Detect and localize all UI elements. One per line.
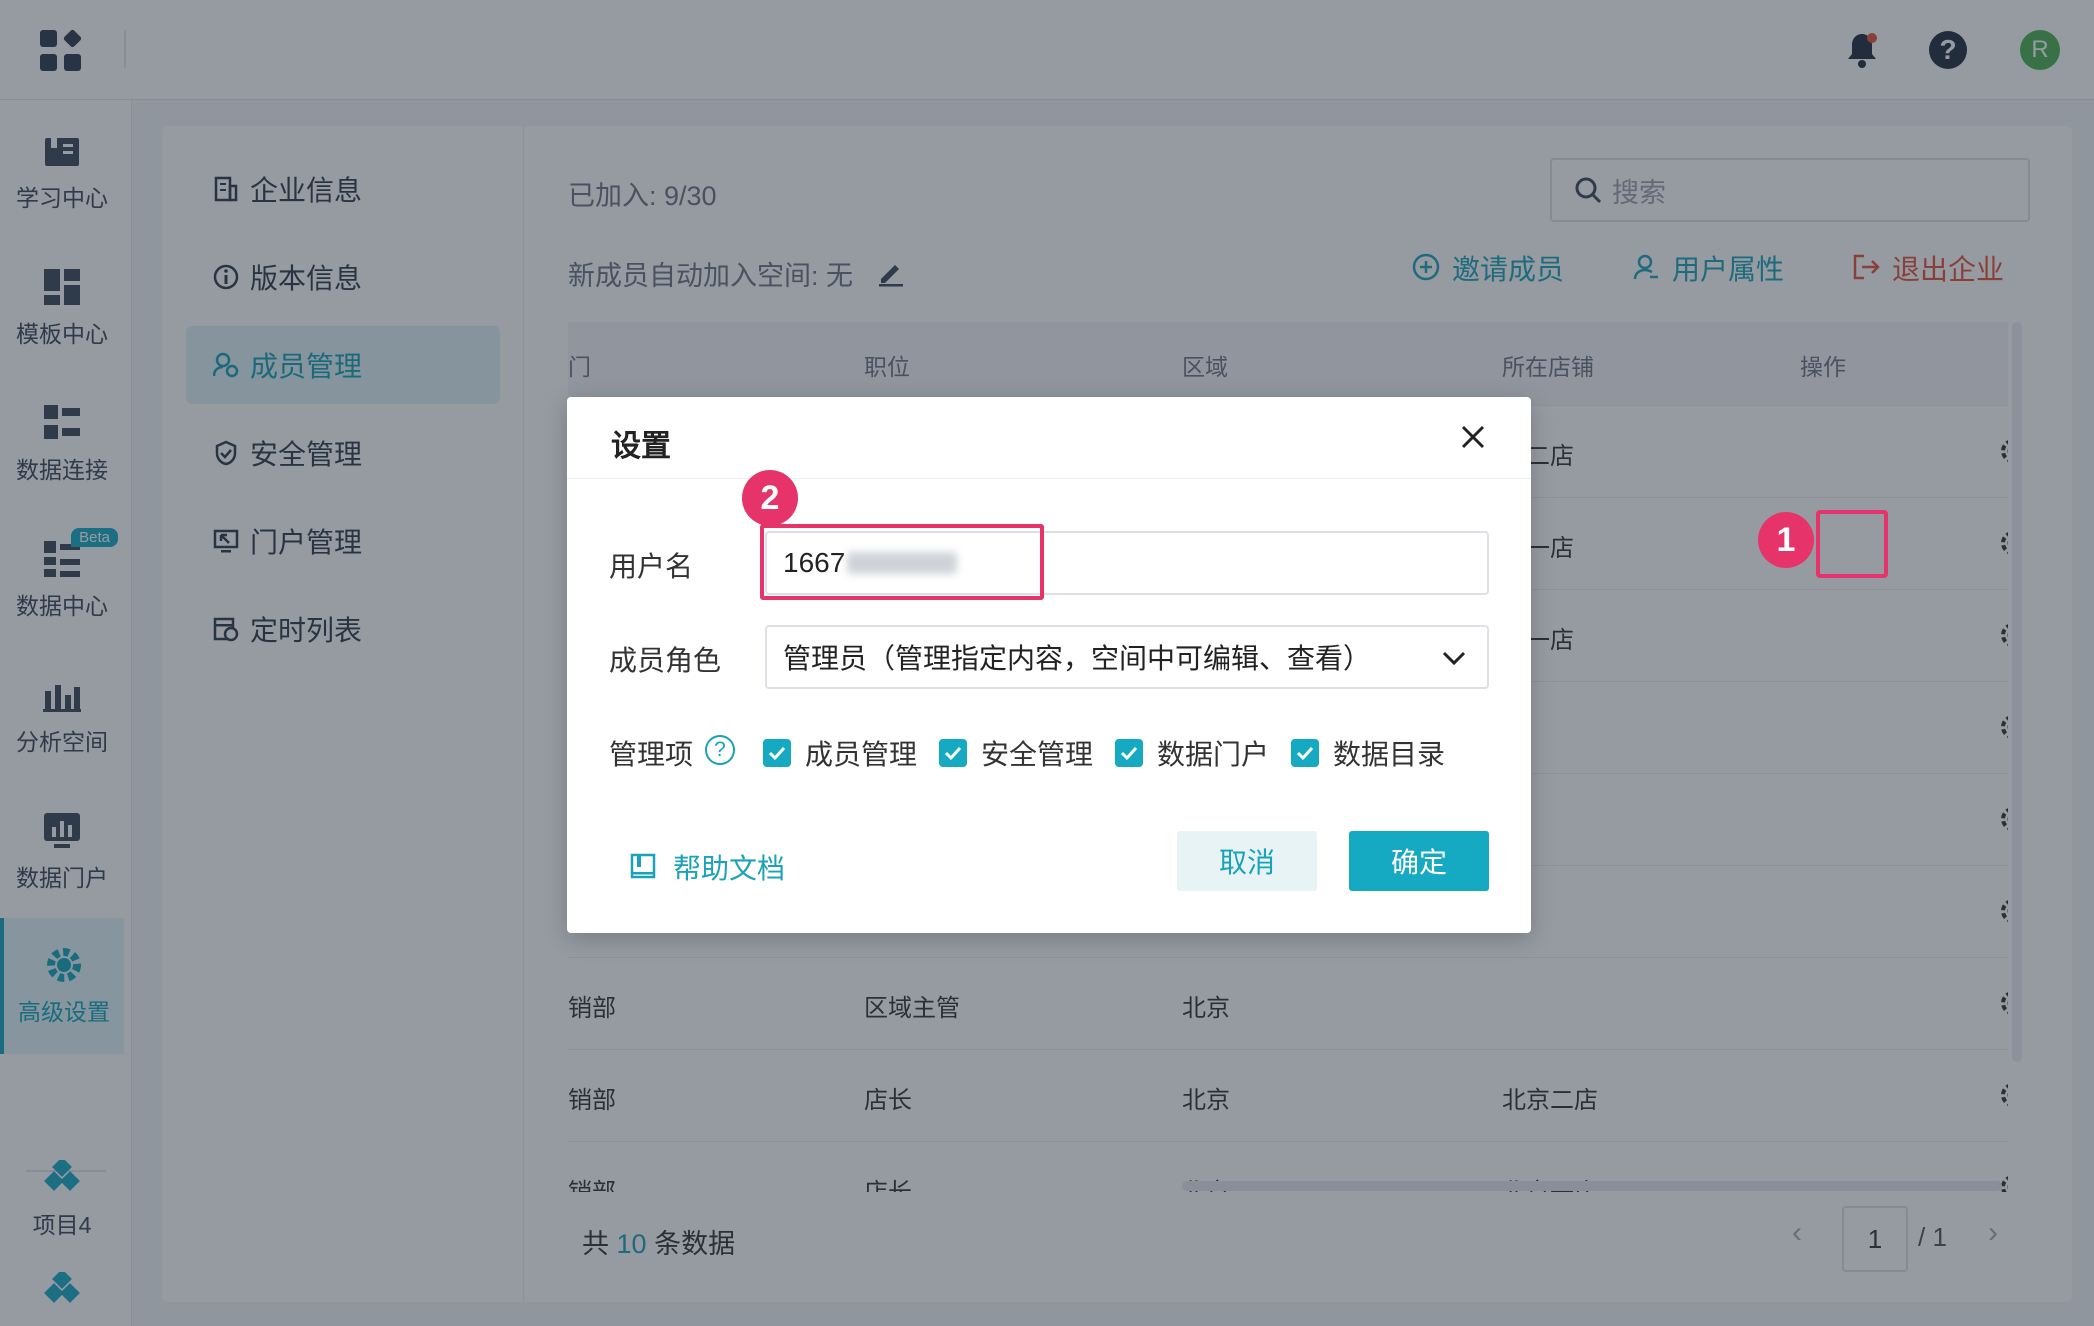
dialog-title: 设置 — [611, 430, 671, 463]
step-badge-2: 2 — [742, 470, 798, 526]
checkbox-member-management[interactable]: 成员管理 — [763, 733, 917, 773]
chevron-down-icon — [1439, 643, 1469, 673]
role-select[interactable]: 管理员（管理指定内容，空间中可编辑、查看） — [765, 625, 1489, 689]
confirm-button[interactable]: 确定 — [1349, 831, 1489, 891]
checkbox-data-portal[interactable]: 数据门户 — [1115, 733, 1269, 773]
highlight-username-annotation — [760, 524, 1044, 600]
check-icon — [1291, 739, 1319, 767]
question-icon[interactable]: ? — [705, 735, 735, 765]
check-icon — [763, 739, 791, 767]
check-icon — [939, 739, 967, 767]
highlight-gear-annotation — [1816, 510, 1888, 578]
check-icon — [1115, 739, 1143, 767]
step-badge-1: 1 — [1758, 512, 1814, 568]
settings-dialog: 设置 用户名 1667 成员角色 管理员（管理指定内容，空间中可编辑、查看） 管… — [567, 397, 1531, 933]
help-doc-link[interactable]: 帮助文档 — [629, 847, 785, 887]
checkbox-data-catalog[interactable]: 数据目录 — [1291, 733, 1445, 773]
cancel-button[interactable]: 取消 — [1177, 831, 1317, 891]
book-icon — [629, 852, 659, 882]
username-label: 用户名 — [609, 551, 694, 582]
checkbox-security-management[interactable]: 安全管理 — [939, 733, 1093, 773]
close-icon[interactable] — [1455, 419, 1491, 455]
permissions-label: 管理项 — [609, 739, 694, 770]
role-label: 成员角色 — [609, 645, 722, 676]
dialog-header: 设置 — [567, 397, 1531, 479]
